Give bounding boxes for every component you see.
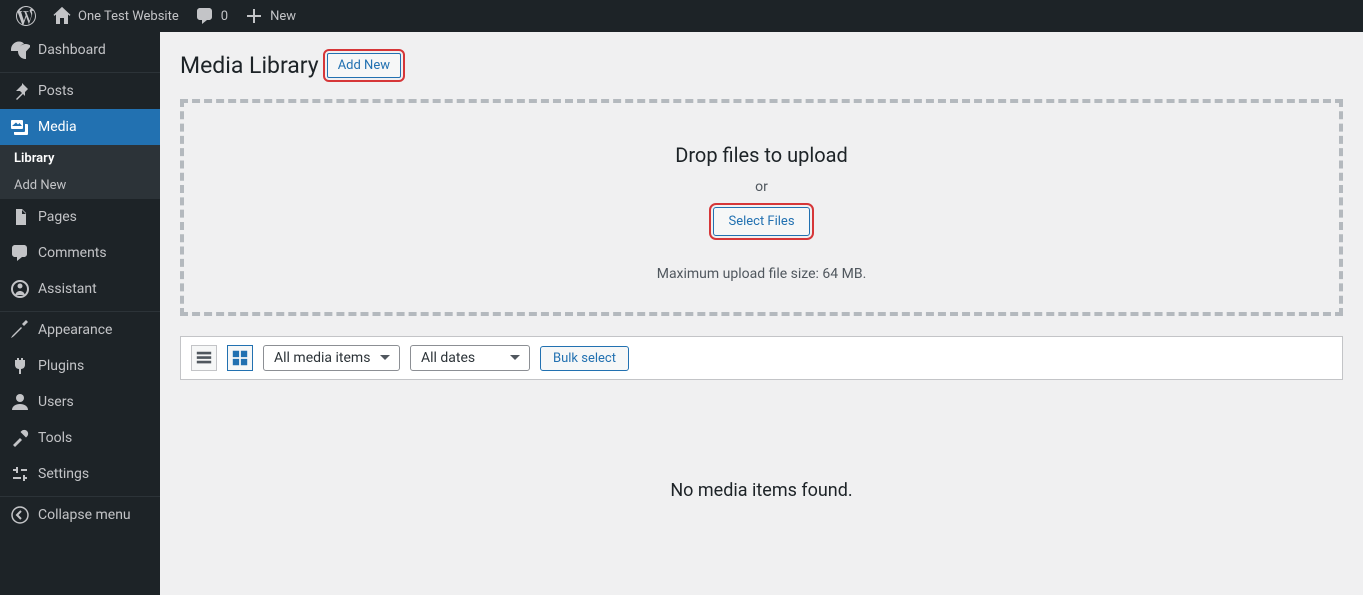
date-filter[interactable]: All dates: [410, 345, 530, 371]
collapse-icon: [10, 505, 30, 525]
upload-dropzone[interactable]: Drop files to upload or Select Files Max…: [180, 99, 1343, 316]
menu-label: Media: [38, 119, 77, 135]
site-name: One Test Website: [78, 9, 179, 24]
menu-appearance[interactable]: Appearance: [0, 312, 160, 348]
home-icon: [52, 6, 72, 26]
admin-sidebar: Dashboard Posts Media Library Add New Pa…: [0, 32, 160, 595]
menu-label: Collapse menu: [38, 507, 131, 523]
pin-icon: [10, 81, 30, 101]
comments-link[interactable]: 0: [187, 0, 236, 32]
menu-pages[interactable]: Pages: [0, 199, 160, 235]
menu-label: Appearance: [38, 322, 112, 338]
menu-label: Assistant: [38, 281, 97, 297]
submenu-add-new[interactable]: Add New: [0, 172, 160, 199]
menu-comments[interactable]: Comments: [0, 235, 160, 271]
menu-label: Settings: [38, 466, 89, 482]
menu-label: Tools: [38, 430, 72, 446]
media-filter-bar: All media items All dates Bulk select: [180, 336, 1343, 380]
max-upload-size: Maximum upload file size: 64 MB.: [204, 266, 1319, 282]
page-header: Media Library Add New: [180, 52, 1343, 79]
new-label: New: [270, 9, 296, 24]
brush-icon: [10, 320, 30, 340]
submenu-library[interactable]: Library: [0, 145, 160, 172]
page-title: Media Library: [180, 52, 319, 79]
grid-view-icon: [231, 349, 249, 367]
submenu-media: Library Add New: [0, 145, 160, 199]
assistant-icon: [10, 279, 30, 299]
plus-icon: [244, 6, 264, 26]
plugin-icon: [10, 356, 30, 376]
menu-settings[interactable]: Settings: [0, 456, 160, 492]
bulk-select-button[interactable]: Bulk select: [540, 346, 629, 371]
comment-icon: [195, 6, 215, 26]
wp-logo[interactable]: [8, 0, 44, 32]
site-name-link[interactable]: One Test Website: [44, 0, 187, 32]
media-icon: [10, 117, 30, 137]
menu-posts[interactable]: Posts: [0, 73, 160, 109]
menu-label: Pages: [38, 209, 77, 225]
page-icon: [10, 207, 30, 227]
view-list-button[interactable]: [191, 345, 217, 371]
user-icon: [10, 392, 30, 412]
menu-label: Comments: [38, 245, 107, 261]
sliders-icon: [10, 464, 30, 484]
menu-label: Plugins: [38, 358, 84, 374]
comments-icon: [10, 243, 30, 263]
list-view-icon: [195, 349, 213, 367]
view-grid-button[interactable]: [227, 345, 253, 371]
menu-users[interactable]: Users: [0, 384, 160, 420]
select-files-button[interactable]: Select Files: [713, 207, 809, 236]
menu-label: Posts: [38, 83, 74, 99]
menu-dashboard[interactable]: Dashboard: [0, 32, 160, 68]
menu-plugins[interactable]: Plugins: [0, 348, 160, 384]
comment-count: 0: [221, 9, 228, 24]
menu-label: Users: [38, 394, 74, 410]
add-new-button[interactable]: Add New: [327, 53, 401, 78]
dropzone-heading: Drop files to upload: [204, 143, 1319, 167]
dashboard-icon: [10, 40, 30, 60]
dropzone-or: or: [204, 179, 1319, 195]
main-content: Media Library Add New Drop files to uplo…: [160, 32, 1363, 521]
menu-label: Dashboard: [38, 42, 106, 58]
new-content-link[interactable]: New: [236, 0, 304, 32]
menu-assistant[interactable]: Assistant: [0, 271, 160, 307]
collapse-menu[interactable]: Collapse menu: [0, 497, 160, 533]
menu-tools[interactable]: Tools: [0, 420, 160, 456]
admin-toolbar: One Test Website 0 New: [0, 0, 1363, 32]
media-type-filter[interactable]: All media items: [263, 345, 400, 371]
wrench-icon: [10, 428, 30, 448]
empty-state-message: No media items found.: [180, 480, 1343, 501]
menu-media[interactable]: Media: [0, 109, 160, 145]
wordpress-icon: [16, 6, 36, 26]
